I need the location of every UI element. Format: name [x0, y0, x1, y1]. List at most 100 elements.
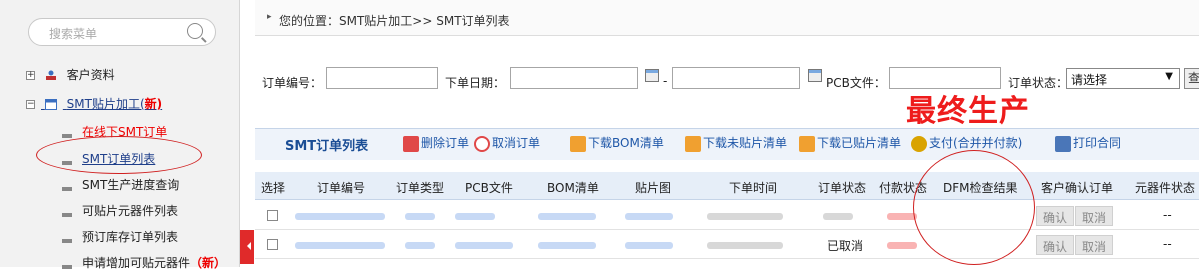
order-status-value: 请选择 — [1071, 73, 1108, 87]
date-label: 下单日期： — [445, 76, 506, 90]
column-header: 贴片图 — [635, 181, 672, 195]
cancel-order-button[interactable]: 取消订单 — [474, 134, 540, 152]
search-icon[interactable] — [187, 23, 203, 39]
sidebar-item-progress[interactable]: SMT生产进度查询 — [62, 176, 179, 193]
download-unplaced-button[interactable]: 下载未贴片清单 — [685, 134, 787, 152]
column-header: 订单状态 — [818, 181, 867, 195]
download-icon — [570, 135, 586, 152]
order-no-input[interactable] — [326, 67, 438, 89]
sidebar-group-customer[interactable]: + 客户资料 — [26, 66, 115, 83]
sidebar: 搜索菜单 + 客户资料 − SMT贴片加工(新) 在线下SMT订单 SMT订单列… — [0, 0, 240, 270]
order-no-label: 订单编号： — [262, 76, 323, 90]
confirm-button[interactable]: 确认 — [1036, 206, 1075, 226]
order-number-link[interactable] — [295, 213, 385, 220]
search-button[interactable]: 查 — [1184, 68, 1199, 89]
sidebar-item-label: 可贴片元器件列表 — [82, 204, 179, 218]
annotation-ellipse — [36, 136, 202, 174]
parts-status: -- — [1163, 208, 1172, 222]
sidebar-collapse-toggle[interactable] — [240, 230, 254, 264]
button-label: 取消订单 — [492, 136, 541, 150]
column-header: 客户确认订单 — [1041, 181, 1114, 195]
search-placeholder: 搜索菜单 — [49, 27, 98, 41]
column-header: 选择 — [261, 181, 286, 195]
new-badge: 新) — [144, 97, 163, 111]
column-header: 订单编号 — [317, 181, 366, 195]
download-bom-button[interactable]: 下载BOM清单 — [570, 134, 664, 152]
bom-link[interactable] — [538, 242, 596, 249]
placement-link[interactable] — [625, 213, 673, 220]
delete-icon — [403, 135, 419, 152]
pcb-file-link[interactable] — [455, 242, 513, 249]
order-time — [707, 242, 783, 249]
column-header: PCB文件 — [465, 181, 513, 195]
download-placed-button[interactable]: 下载已贴片清单 — [799, 134, 901, 152]
list-title: SMT订单列表 — [285, 139, 369, 154]
expand-icon[interactable]: + — [26, 71, 35, 80]
button-label: 删除订单 — [421, 136, 470, 150]
annotation-final-production: 最终生产 — [906, 94, 1030, 129]
printer-icon — [1055, 135, 1071, 152]
menu-search-input[interactable]: 搜索菜单 — [28, 18, 216, 46]
order-number-link[interactable] — [295, 242, 385, 249]
sidebar-item-label: 预订库存订单列表 — [82, 230, 179, 244]
pcb-file-link[interactable] — [455, 213, 495, 220]
order-status: 已取消 — [827, 239, 864, 253]
confirm-button[interactable]: 确认 — [1036, 235, 1075, 255]
table-row: 已取消 确认 取消 -- — [255, 231, 1199, 259]
order-status — [823, 213, 853, 220]
button-label: 下载已贴片清单 — [817, 136, 902, 150]
sidebar-item-components[interactable]: 可贴片元器件列表 — [62, 202, 178, 219]
button-label: 打印合同 — [1073, 136, 1122, 150]
row-checkbox[interactable] — [267, 239, 278, 250]
cancel-button[interactable]: 取消 — [1075, 235, 1114, 255]
pcb-file-label: PCB文件： — [826, 76, 886, 90]
download-icon — [685, 135, 701, 152]
order-type — [405, 213, 435, 220]
bullet-icon — [62, 212, 72, 217]
bom-link[interactable] — [538, 213, 596, 220]
column-header: 下单时间 — [729, 181, 778, 195]
column-header: BOM清单 — [547, 181, 599, 195]
row-checkbox[interactable] — [267, 210, 278, 221]
print-contract-button[interactable]: 打印合同 — [1055, 134, 1121, 152]
calendar-icon[interactable] — [808, 69, 822, 82]
order-time — [707, 213, 783, 220]
coins-icon — [911, 135, 927, 152]
new-badge: （新） — [190, 256, 227, 270]
cancel-button[interactable]: 取消 — [1075, 206, 1114, 226]
date-separator: - — [663, 74, 668, 88]
start-date-input[interactable] — [510, 67, 638, 89]
bullet-icon — [62, 133, 72, 138]
button-label: 下载BOM清单 — [588, 136, 664, 150]
bullet-icon — [62, 238, 72, 243]
sidebar-item-request-components[interactable]: 申请增加可贴元器件（新） — [62, 254, 226, 271]
payment-status — [887, 242, 917, 249]
user-icon — [45, 70, 56, 80]
placement-link[interactable] — [625, 242, 673, 249]
table-row: 确认 取消 -- — [255, 202, 1199, 230]
order-status-select[interactable]: 请选择 ▼ — [1066, 68, 1180, 89]
pay-merge-button[interactable]: 支付(合并并付款) — [911, 134, 1022, 152]
table-header: 选择 订单编号 订单类型 PCB文件 BOM清单 贴片图 下单时间 订单状态 付… — [255, 172, 1199, 200]
breadcrumb-arrow-icon: ▸ — [267, 12, 272, 22]
parts-status: -- — [1163, 237, 1172, 251]
button-label: 下载未贴片清单 — [703, 136, 788, 150]
collapse-icon[interactable]: − — [26, 100, 35, 109]
calendar-icon — [44, 99, 57, 110]
delete-order-button[interactable]: 删除订单 — [403, 134, 469, 152]
end-date-input[interactable] — [672, 67, 800, 89]
sidebar-item-label: SMT生产进度查询 — [82, 178, 180, 192]
breadcrumb: ▸ 您的位置：SMT贴片加工>> SMT订单列表 — [255, 0, 1199, 36]
sidebar-group-label: 客户资料 — [66, 68, 115, 82]
chevron-down-icon: ▼ — [1165, 71, 1173, 82]
column-header: 元器件状态 — [1135, 181, 1196, 195]
column-header: 订单类型 — [396, 181, 445, 195]
button-label: 支付(合并并付款) — [929, 136, 1023, 150]
download-icon — [799, 135, 815, 152]
calendar-icon[interactable] — [645, 69, 659, 82]
bullet-icon — [62, 186, 72, 191]
sidebar-item-label: 申请增加可贴元器件 — [82, 256, 191, 270]
sidebar-item-stock-orders[interactable]: 预订库存订单列表 — [62, 228, 178, 245]
order-type — [405, 242, 435, 249]
sidebar-group-smt[interactable]: − SMT贴片加工(新) — [26, 95, 162, 112]
